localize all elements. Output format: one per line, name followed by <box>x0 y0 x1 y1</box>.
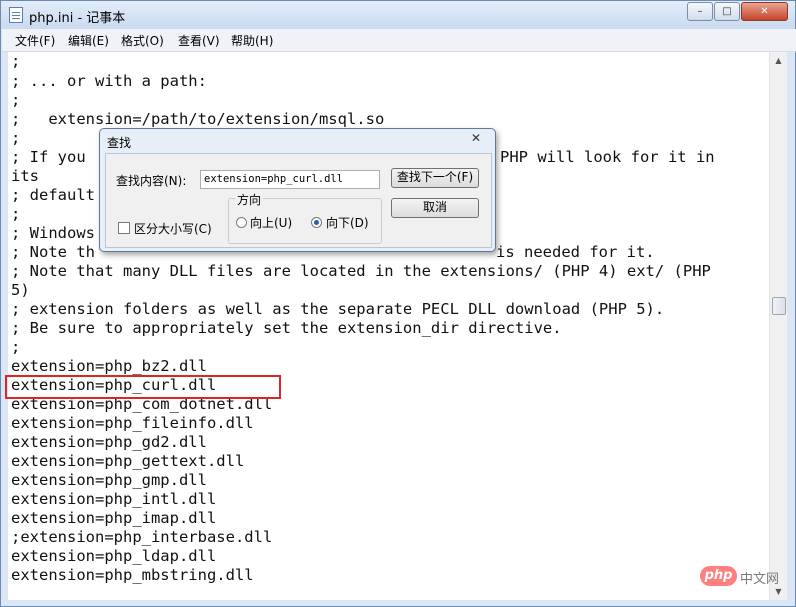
maximize-button[interactable]: □ <box>714 2 740 21</box>
text-line: ; extension folders as well as the separ… <box>11 300 665 318</box>
text-line: extension=php_bz2.dll <box>11 357 207 375</box>
dialog-body: 查找内容(N): extension=php_curl.dll 查找下一个(F)… <box>105 153 492 248</box>
text-line: ; Be sure to appropriately set the exten… <box>11 319 562 337</box>
menu-edit[interactable]: 编辑(E) <box>68 32 109 49</box>
highlight-annotation-box <box>5 375 281 399</box>
menu-help[interactable]: 帮助(H) <box>231 32 273 49</box>
menu-bar: 文件(F) 编辑(E) 格式(O) 查看(V) 帮助(H) <box>2 29 796 52</box>
close-button[interactable]: ✕ <box>741 2 788 21</box>
find-dialog: 查找 ✕ 查找内容(N): extension=php_curl.dll 查找下… <box>99 128 496 252</box>
minimize-button[interactable]: – <box>687 2 713 21</box>
direction-up-radio[interactable] <box>236 217 247 228</box>
text-line: ; <box>11 91 21 109</box>
text-line: ; ... or with a path: <box>11 72 207 90</box>
text-line: extension=php_mbstring.dll <box>11 566 254 584</box>
text-line: extension=php_gettext.dll <box>11 452 245 470</box>
watermark: php 中文网 <box>700 566 795 587</box>
direction-up-label[interactable]: 向上(U) <box>250 214 292 231</box>
text-line: ;extension=php_interbase.dll <box>11 528 273 546</box>
dialog-close-button[interactable]: ✕ <box>461 130 491 147</box>
text-line-fragment: PHP will look for it in <box>500 148 715 166</box>
direction-group: 方向 向上(U) 向下(D) <box>228 191 382 244</box>
cancel-button[interactable]: 取消 <box>391 198 479 218</box>
text-line: ; Note that many DLL files are located i… <box>11 262 711 280</box>
text-line: extension=php_fileinfo.dll <box>11 414 254 432</box>
text-line: extension=php_gd2.dll <box>11 433 207 451</box>
title-bar[interactable]: php.ini - 记事本 – □ ✕ <box>1 1 795 29</box>
find-next-button[interactable]: 查找下一个(F) <box>391 168 479 188</box>
find-what-label: 查找内容(N): <box>116 174 187 188</box>
php-logo-icon: php <box>700 566 737 586</box>
text-line: ; <box>11 129 21 147</box>
text-line: ; <box>11 52 21 70</box>
text-line: extension=php_intl.dll <box>11 490 217 508</box>
direction-down-label[interactable]: 向下(D) <box>326 214 369 231</box>
text-line: ; Note th <box>11 243 95 261</box>
text-line: extension=php_gmp.dll <box>11 471 207 489</box>
direction-down-radio[interactable] <box>311 217 322 228</box>
menu-file[interactable]: 文件(F) <box>15 32 55 49</box>
notepad-icon <box>9 7 23 23</box>
match-case-checkbox[interactable] <box>118 222 130 234</box>
text-line-fragment: is needed for it. <box>496 243 655 261</box>
text-line: ; extension=/path/to/extension/msql.so <box>11 110 385 128</box>
menu-format[interactable]: 格式(O) <box>121 32 164 49</box>
text-line: ; default <box>11 186 95 204</box>
text-line: ; <box>11 205 21 223</box>
menu-view[interactable]: 查看(V) <box>178 32 220 49</box>
text-line: extension=php_ldap.dll <box>11 547 217 565</box>
match-case-label[interactable]: 区分大小写(C) <box>134 220 212 237</box>
vertical-scrollbar[interactable]: ▲ ▼ <box>769 52 787 600</box>
text-line: ; If you <box>11 148 86 166</box>
scroll-up-icon[interactable]: ▲ <box>770 52 787 69</box>
direction-label: 方向 <box>235 191 264 208</box>
find-what-input[interactable]: extension=php_curl.dll <box>200 170 380 189</box>
text-line: ; <box>11 338 21 356</box>
watermark-text: 中文网 <box>740 572 780 587</box>
window-title: php.ini - 记事本 <box>29 11 126 26</box>
text-line: its <box>11 167 39 185</box>
text-line: 5) <box>11 281 30 299</box>
text-line: extension=php_imap.dll <box>11 509 217 527</box>
dialog-title: 查找 <box>107 136 132 150</box>
text-line: ; Windows <box>11 224 95 242</box>
scroll-thumb[interactable] <box>772 297 786 315</box>
